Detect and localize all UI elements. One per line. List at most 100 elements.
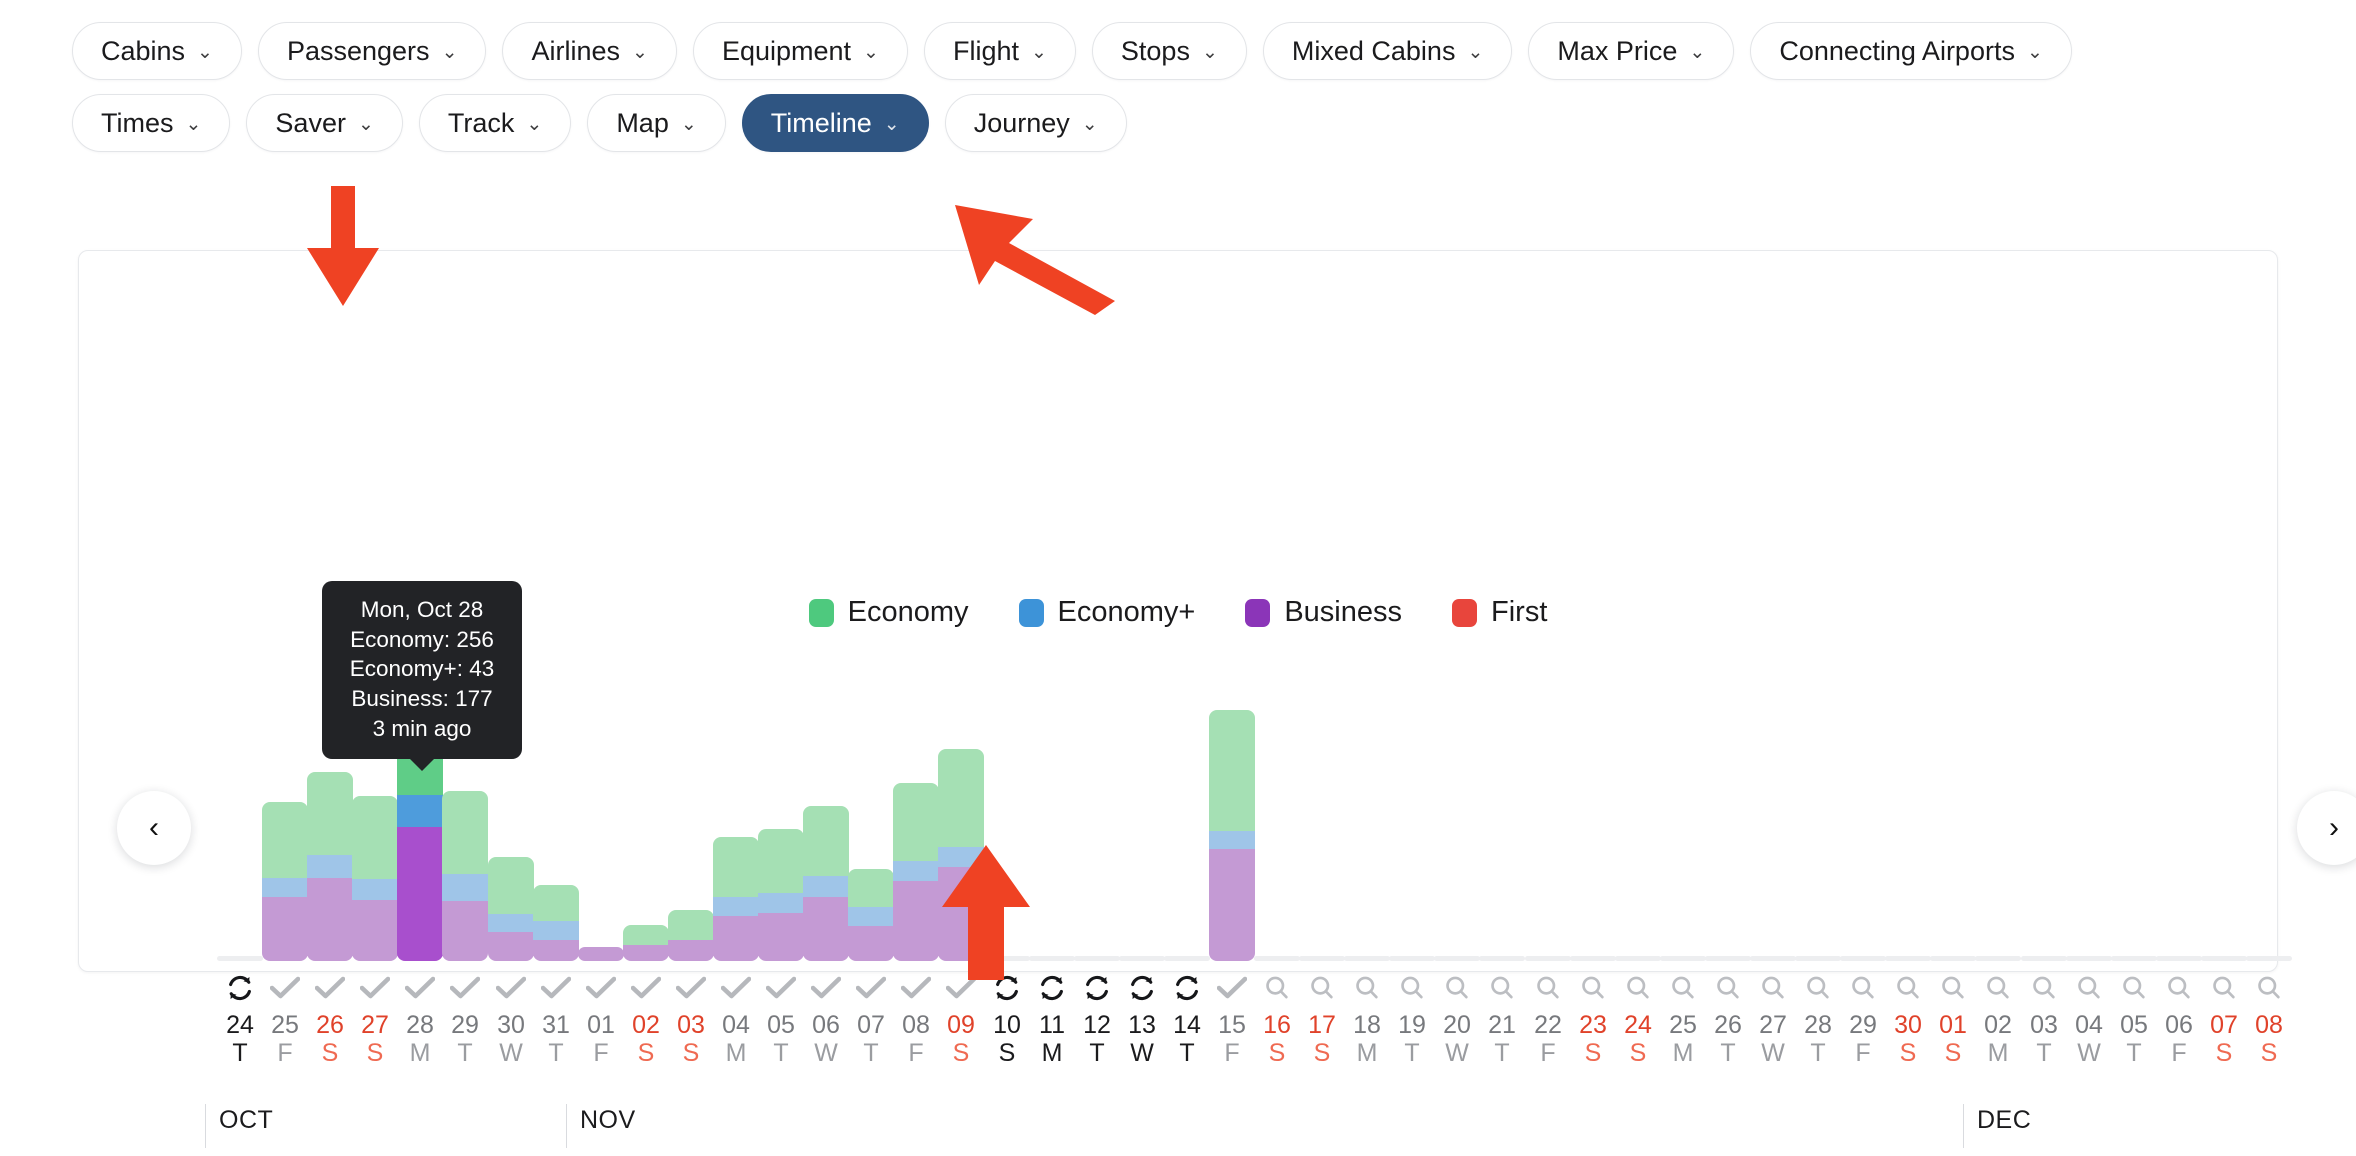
filter-chip-max-price[interactable]: Max Price ⌄ (1528, 22, 1735, 80)
status-search-icon[interactable] (2066, 969, 2112, 1007)
table-row[interactable] (848, 869, 894, 961)
date-axis-label[interactable]: 01 F (578, 1011, 624, 1067)
chart-bar-column[interactable] (1705, 956, 1751, 961)
date-axis-label[interactable]: 30 S (1885, 1011, 1931, 1067)
status-refresh-icon[interactable] (217, 969, 263, 1007)
date-axis-label[interactable]: 30 W (488, 1011, 534, 1067)
date-axis-label[interactable]: 28 T (1795, 1011, 1841, 1067)
status-search-icon[interactable] (2201, 969, 2247, 1007)
table-row[interactable] (488, 857, 534, 961)
table-row[interactable] (442, 791, 488, 961)
date-axis-label[interactable]: 16 S (1254, 1011, 1300, 1067)
legend-item-business[interactable]: Business (1245, 596, 1402, 629)
date-axis-label[interactable]: 06 W (803, 1011, 849, 1067)
date-axis-label[interactable]: 13 W (1119, 1011, 1165, 1067)
status-check-icon[interactable] (488, 969, 534, 1007)
date-axis-label[interactable]: 10 S (984, 1011, 1030, 1067)
date-axis-label[interactable]: 12 T (1074, 1011, 1120, 1067)
chart-bar-column[interactable] (758, 829, 804, 961)
status-search-icon[interactable] (2021, 969, 2067, 1007)
chart-bar-column[interactable] (2201, 956, 2247, 961)
chart-bar-column[interactable] (893, 783, 939, 961)
date-axis-label[interactable]: 05 T (2111, 1011, 2157, 1067)
status-refresh-icon[interactable] (1119, 969, 1165, 1007)
status-refresh-icon[interactable] (1029, 969, 1075, 1007)
status-check-icon[interactable] (352, 969, 398, 1007)
table-row[interactable] (307, 772, 353, 961)
status-search-icon[interactable] (1750, 969, 1796, 1007)
status-refresh-icon[interactable] (1074, 969, 1120, 1007)
chart-bar-column[interactable] (1750, 956, 1796, 961)
filter-chip-connecting-airports[interactable]: Connecting Airports ⌄ (1750, 22, 2072, 80)
date-axis-label[interactable]: 15 F (1209, 1011, 1255, 1067)
chart-bar-column[interactable] (1840, 956, 1886, 961)
status-search-icon[interactable] (1299, 969, 1345, 1007)
filter-chip-mixed-cabins[interactable]: Mixed Cabins ⌄ (1262, 22, 1513, 80)
status-check-icon[interactable] (803, 969, 849, 1007)
date-axis-label[interactable]: 22 F (1525, 1011, 1571, 1067)
chart-bar-column[interactable] (2066, 956, 2112, 961)
chart-bar-column[interactable] (2156, 956, 2202, 961)
chart-bar-column[interactable] (2021, 956, 2067, 961)
status-search-icon[interactable] (1389, 969, 1435, 1007)
filter-chip-passengers[interactable]: Passengers ⌄ (257, 22, 487, 80)
filter-chip-journey[interactable]: Journey ⌄ (944, 94, 1127, 152)
chart-bar-column[interactable] (2111, 956, 2157, 961)
date-axis-label[interactable]: 31 T (533, 1011, 579, 1067)
status-check-icon[interactable] (893, 969, 939, 1007)
chart-bar-column[interactable] (623, 925, 669, 961)
filter-chip-cabins[interactable]: Cabins ⌄ (72, 22, 242, 80)
status-check-icon[interactable] (307, 969, 353, 1007)
legend-item-first[interactable]: First (1452, 596, 1547, 629)
chart-bar-column[interactable] (1254, 956, 1300, 961)
date-axis-label[interactable]: 04 M (713, 1011, 759, 1067)
status-check-icon[interactable] (758, 969, 804, 1007)
chart-bar-column[interactable] (1074, 956, 1120, 961)
date-axis-label[interactable]: 01 S (1930, 1011, 1976, 1067)
date-axis-label[interactable]: 08 F (893, 1011, 939, 1067)
legend-item-economy-plus[interactable]: Economy+ (1018, 596, 1195, 629)
table-row[interactable] (623, 925, 669, 961)
chart-bar-column[interactable] (713, 837, 759, 961)
chart-bar-column[interactable] (848, 869, 894, 961)
previous-dates-button[interactable]: ‹ (117, 791, 191, 865)
filter-chip-equipment[interactable]: Equipment ⌄ (692, 22, 908, 80)
chart-bar-column[interactable] (1389, 956, 1435, 961)
chart-bar-column[interactable] (1525, 956, 1571, 961)
date-axis-label[interactable]: 18 M (1344, 1011, 1390, 1067)
chart-bar-column[interactable] (1930, 956, 1976, 961)
status-search-icon[interactable] (1660, 969, 1706, 1007)
date-axis-label[interactable]: 07 T (848, 1011, 894, 1067)
chart-bar-column[interactable] (578, 947, 624, 961)
filter-chip-stops[interactable]: Stops ⌄ (1091, 22, 1247, 80)
status-search-icon[interactable] (1705, 969, 1751, 1007)
date-axis-label[interactable]: 19 T (1389, 1011, 1435, 1067)
chart-bar-column[interactable] (803, 806, 849, 961)
date-axis-label[interactable]: 07 S (2201, 1011, 2247, 1067)
chart-bar-column[interactable] (1434, 956, 1480, 961)
date-axis-label[interactable]: 08 S (2246, 1011, 2292, 1067)
status-check-icon[interactable] (848, 969, 894, 1007)
filter-chip-track[interactable]: Track ⌄ (418, 94, 572, 152)
date-axis-label[interactable]: 06 F (2156, 1011, 2202, 1067)
chart-bar-column[interactable] (1119, 956, 1165, 961)
chart-bar-column[interactable] (1209, 710, 1255, 961)
table-row[interactable] (713, 837, 759, 961)
chart-bar-column[interactable] (1570, 956, 1616, 961)
date-axis-label[interactable]: 02 M (1975, 1011, 2021, 1067)
date-axis-label[interactable]: 29 F (1840, 1011, 1886, 1067)
status-check-icon[interactable] (713, 969, 759, 1007)
date-axis-label[interactable]: 25 M (1660, 1011, 1706, 1067)
status-check-icon[interactable] (397, 969, 443, 1007)
legend-item-economy[interactable]: Economy (808, 596, 969, 629)
table-row[interactable] (262, 802, 308, 961)
status-search-icon[interactable] (2111, 969, 2157, 1007)
chart-bar-column[interactable] (668, 910, 714, 961)
status-search-icon[interactable] (1885, 969, 1931, 1007)
status-search-icon[interactable] (1840, 969, 1886, 1007)
chart-bar-column[interactable] (488, 857, 534, 961)
chart-bar-column[interactable] (2246, 956, 2292, 961)
chart-bar-column[interactable] (1479, 956, 1525, 961)
status-search-icon[interactable] (1930, 969, 1976, 1007)
table-row[interactable] (1209, 710, 1255, 961)
